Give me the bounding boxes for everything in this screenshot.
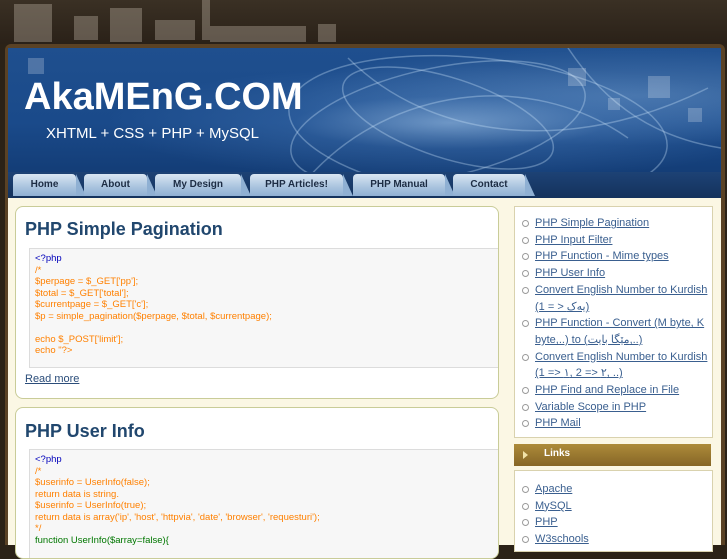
nav-about[interactable]: About [84, 174, 157, 196]
code-line: echo $_POST['limit']; [35, 333, 124, 345]
list-item: PHP Function - Mime types [515, 248, 712, 265]
bullet-icon [522, 519, 529, 527]
arrow-right-icon [523, 451, 528, 459]
recent-post-link[interactable]: PHP Function - Mime types [535, 250, 669, 262]
list-item: PHP User Info [515, 265, 712, 282]
post-title[interactable]: PHP Simple Pagination [25, 219, 223, 240]
code-line: $perpage = $_GET['pp']; [35, 276, 139, 287]
list-item: PHP Mail [515, 415, 712, 432]
recent-post-link[interactable]: PHP Function - Convert (M byte, K byte,.… [535, 317, 704, 346]
recent-post-link[interactable]: Convert English Number to Kurdish (1 = >… [535, 284, 707, 313]
bullet-icon [522, 403, 529, 411]
list-item: MySQL [515, 498, 712, 515]
nav-php-articles[interactable]: PHP Articles! [250, 174, 353, 196]
decor-square [318, 24, 336, 42]
list-item: PHP Function - Convert (M byte, K byte,.… [515, 315, 712, 348]
links-widget-header: Links [514, 444, 711, 466]
code-block: <?php/* $userinfo = UserInfo(false); retur… [29, 449, 498, 558]
list-item: W3schools [515, 531, 712, 548]
bullet-icon [522, 536, 529, 544]
code-line: $userinfo = UserInfo(true); [35, 500, 147, 511]
bullet-icon [522, 486, 529, 493]
code-line: $p = simple_pagination($perpage, $total,… [35, 310, 272, 322]
recent-post-link[interactable]: Variable Scope in PHP [535, 401, 646, 413]
external-link[interactable]: MySQL [535, 500, 572, 512]
nav-home[interactable]: Home [13, 174, 86, 196]
list-item: Convert English Number to Kurdish (1 => … [515, 349, 712, 382]
list-item: PHP Simple Pagination [515, 215, 712, 232]
recent-post-link[interactable]: PHP User Info [535, 267, 605, 279]
decor-square [110, 8, 142, 42]
bullet-icon [522, 253, 529, 261]
top-decoration [0, 0, 727, 44]
code-line: echo "?> [35, 345, 73, 356]
site-title[interactable]: AkaMEnG.COM [24, 75, 303, 119]
code-line: <?php [35, 253, 62, 264]
recent-post-link[interactable]: PHP Simple Pagination [535, 217, 649, 229]
code-line: /* [35, 465, 42, 477]
decor-square [202, 0, 210, 40]
nav-my-design[interactable]: My Design [155, 174, 251, 196]
nav-contact[interactable]: Contact [453, 174, 535, 196]
code-line: $currentpage = $_GET['c']; [35, 299, 149, 310]
list-item: Variable Scope in PHP [515, 399, 712, 416]
decor-square [74, 16, 98, 40]
bullet-icon [522, 353, 529, 361]
recent-posts-box: PHP Simple Pagination PHP Input Filter P… [514, 206, 713, 438]
nav-php-manual[interactable]: PHP Manual [353, 174, 455, 196]
bullet-icon [522, 320, 529, 328]
post-article: PHP Simple Pagination <?php/* $perpage = … [15, 206, 499, 399]
bullet-icon [522, 286, 529, 294]
post-article: PHP User Info <?php/* $userinfo = UserInf… [15, 407, 499, 559]
site-tagline: XHTML + CSS + PHP + MySQL [46, 125, 259, 142]
bullet-icon [522, 387, 529, 395]
external-link[interactable]: W3schools [535, 533, 589, 545]
list-item: Convert English Number to Kurdish (1 = >… [515, 282, 712, 315]
external-link[interactable]: Apache [535, 483, 572, 495]
code-line: return data is array('ip', 'host', 'http… [35, 511, 320, 523]
code-line: $total = $_GET['total']; [35, 287, 129, 299]
bullet-icon [522, 420, 529, 428]
decor-square [14, 4, 52, 42]
list-item: PHP Find and Replace in File [515, 382, 712, 399]
recent-post-link[interactable]: PHP Find and Replace in File [535, 384, 679, 396]
bullet-icon [522, 220, 529, 227]
code-line: /* [35, 264, 42, 276]
links-box: Apache MySQL PHP W3schools [514, 470, 713, 552]
bullet-icon [522, 270, 529, 278]
external-link[interactable]: PHP [535, 516, 558, 528]
code-line: $userinfo = UserInfo(false); [35, 477, 150, 488]
decor-square [210, 26, 306, 42]
code-line: */ [35, 523, 42, 534]
recent-posts-list: PHP Simple Pagination PHP Input Filter P… [515, 215, 712, 432]
list-item: PHP Input Filter [515, 232, 712, 249]
list-item: PHP [515, 514, 712, 531]
bullet-icon [522, 236, 529, 244]
read-more-link[interactable]: Read more [25, 373, 79, 385]
decor-square [155, 20, 195, 40]
code-block: <?php/* $perpage = $_GET['pp']; $total = $… [29, 248, 498, 368]
code-line: function UserInfo($array=false){ [35, 534, 169, 546]
links-title: Links [544, 448, 571, 459]
list-item: Apache [515, 481, 712, 498]
bullet-icon [522, 502, 529, 510]
code-line: return data is string. [35, 488, 119, 500]
recent-post-link[interactable]: PHP Input Filter [535, 234, 612, 246]
recent-post-link[interactable]: Convert English Number to Kurdish (1 => … [535, 351, 707, 380]
code-line: <?php [35, 454, 62, 465]
post-title[interactable]: PHP User Info [25, 421, 145, 442]
links-list: Apache MySQL PHP W3schools [515, 481, 712, 548]
recent-post-link[interactable]: PHP Mail [535, 417, 581, 429]
